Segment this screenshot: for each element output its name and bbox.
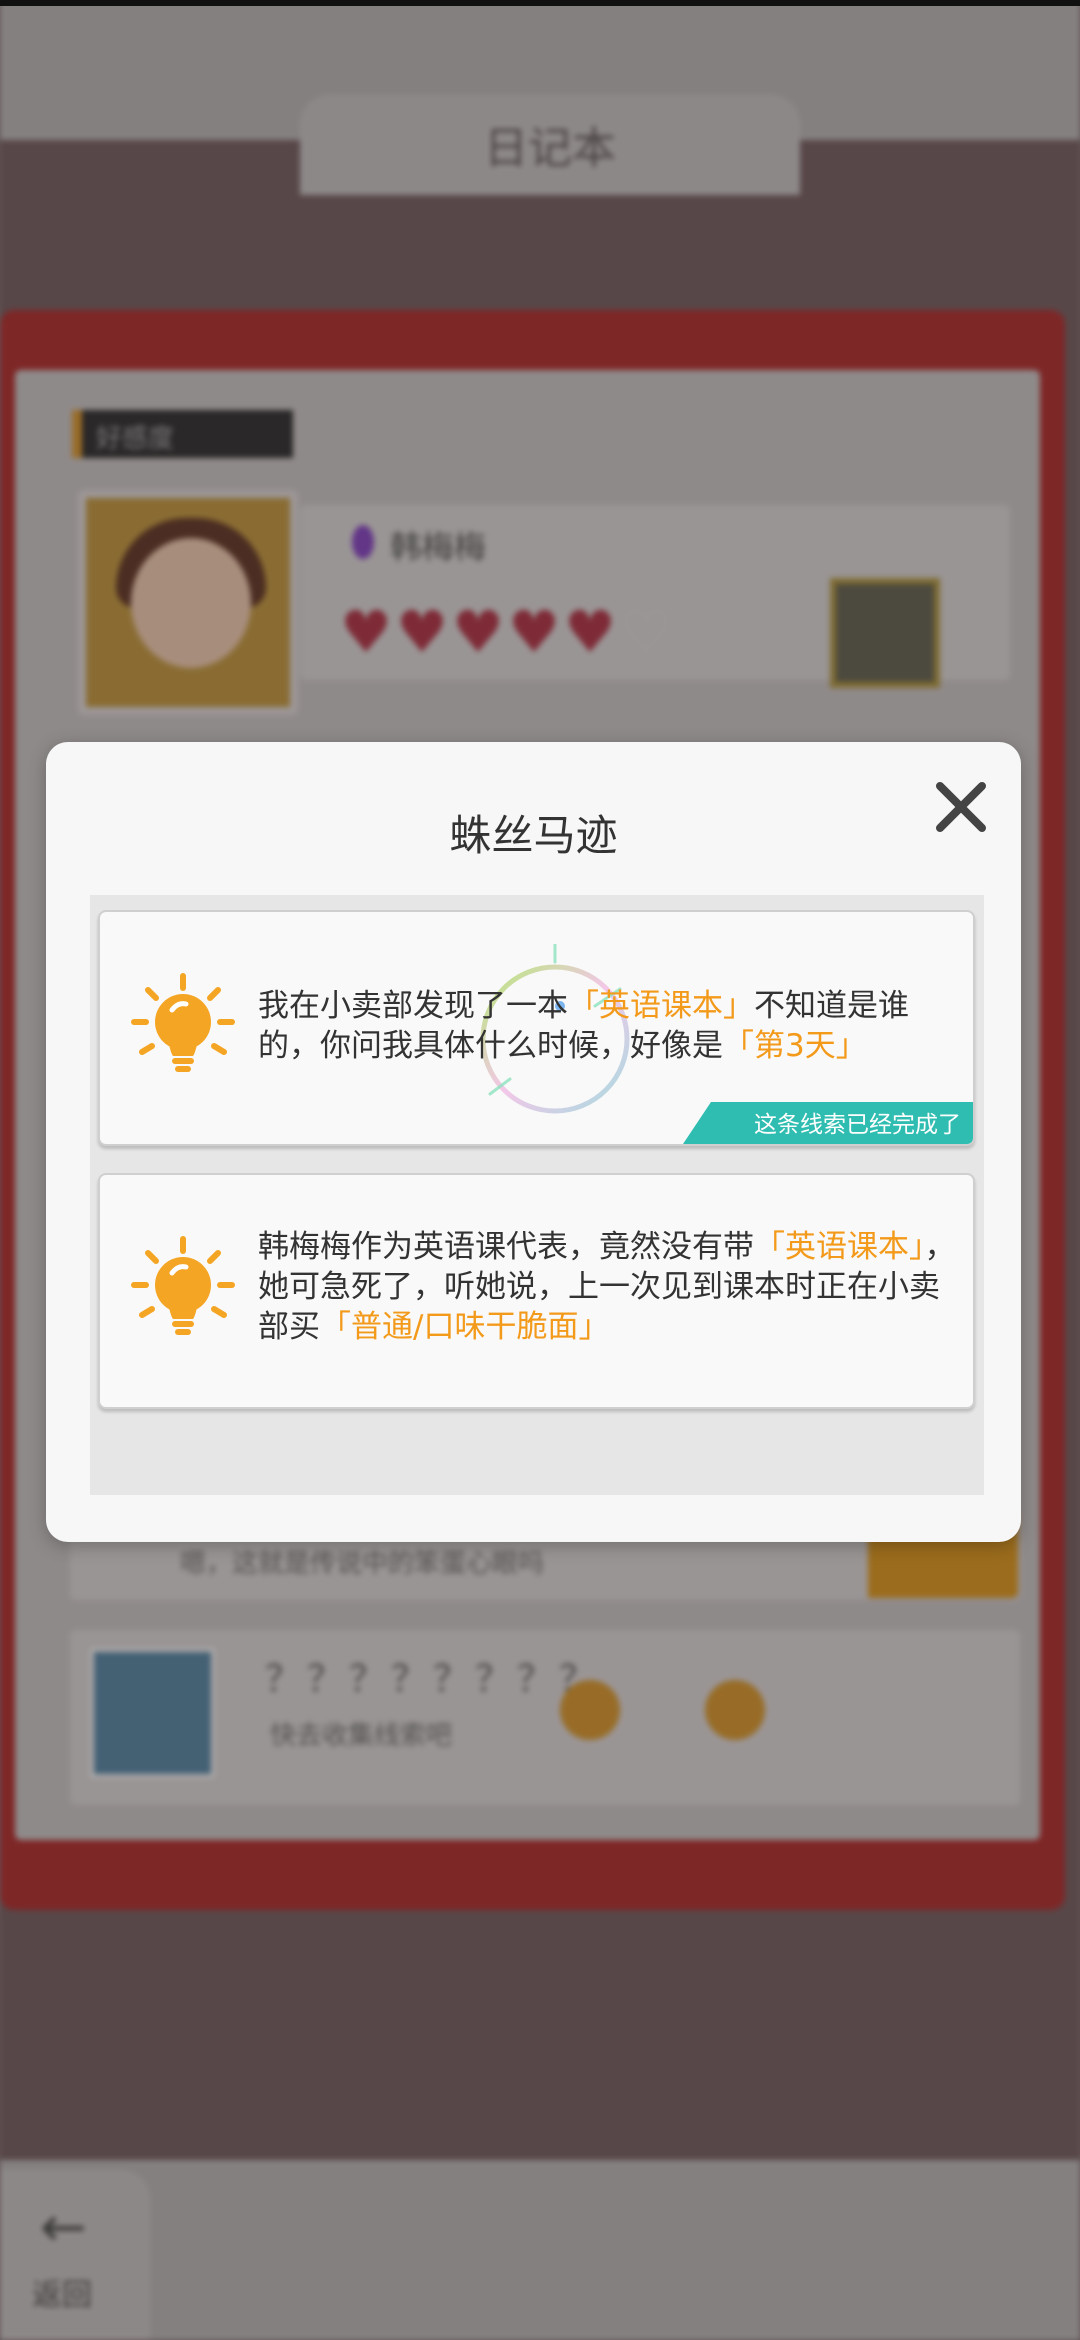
clue-keyword: 「英语课本」 bbox=[754, 1229, 925, 1265]
clue-keyword: 「第3天」 bbox=[723, 1028, 867, 1064]
clue-card[interactable]: 韩梅梅作为英语课代表，竟然没有带「英语课本」，她可急死了，听她说，上一次见到课本… bbox=[98, 1173, 975, 1409]
clue-dialog: 蛛丝马迹 我在小卖部发现了一本「英语课本」不知道是谁的，你问我具体什么时候，好像… bbox=[46, 742, 1021, 1542]
lightbulb-icon bbox=[131, 973, 235, 1072]
lightbulb-icon bbox=[131, 1236, 235, 1335]
status-bar bbox=[0, 0, 1080, 6]
clue-text: 韩梅梅作为英语课代表，竟然没有带「英语课本」，她可急死了，听她说，上一次见到课本… bbox=[258, 1227, 958, 1347]
clue-keyword: 「英语课本」 bbox=[568, 988, 754, 1024]
clue-text: 我在小卖部发现了一本「英语课本」不知道是谁的，你问我具体什么时候，好像是「第3天… bbox=[258, 986, 958, 1066]
close-button[interactable] bbox=[926, 772, 996, 842]
completed-label: 这条线索已经完成了 bbox=[754, 1112, 961, 1138]
clue-keyword: 「普通/口味干脆面」 bbox=[320, 1309, 610, 1345]
completed-badge: 这条线索已经完成了 bbox=[683, 1102, 973, 1144]
clue-card[interactable]: 我在小卖部发现了一本「英语课本」不知道是谁的，你问我具体什么时候，好像是「第3天… bbox=[98, 910, 975, 1146]
dialog-title: 蛛丝马迹 bbox=[449, 811, 618, 860]
clue-text-part: 我在小卖部发现了一本 bbox=[258, 988, 568, 1024]
clue-list: 我在小卖部发现了一本「英语课本」不知道是谁的，你问我具体什么时候，好像是「第3天… bbox=[90, 895, 984, 1495]
clue-text-part: 韩梅梅作为英语课代表，竟然没有带 bbox=[258, 1229, 754, 1265]
close-icon bbox=[936, 782, 986, 832]
